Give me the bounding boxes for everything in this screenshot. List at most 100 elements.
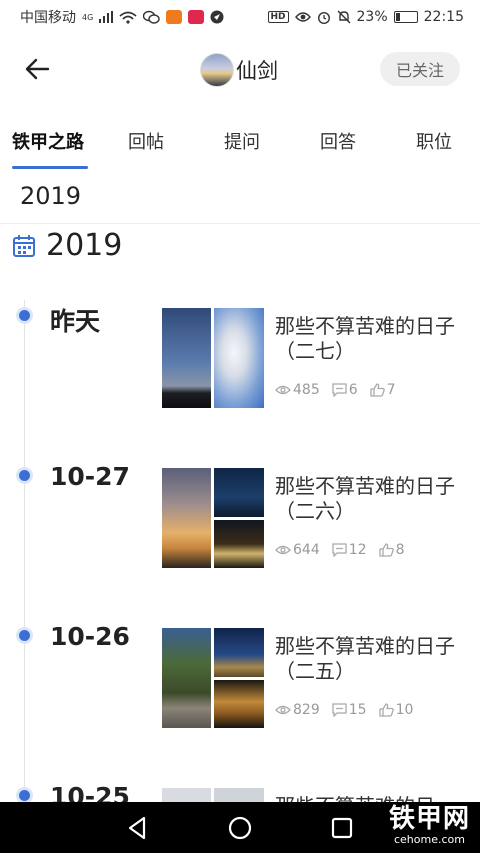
thumbnail-stack <box>214 468 264 568</box>
comments-count: 6 <box>348 382 358 398</box>
location-icon <box>210 10 224 24</box>
battery-icon <box>393 11 418 23</box>
likes-count: 10 <box>395 702 414 718</box>
thumbnail-image <box>214 628 264 677</box>
likes-count: 8 <box>395 542 405 558</box>
comment-icon <box>332 703 347 717</box>
page-title: 仙剑 <box>236 59 278 83</box>
timeline-entry[interactable]: 10-26 那些不算苦难的日子（二五） 829 15 10 <box>0 622 480 732</box>
thumbnail-stack <box>214 628 264 728</box>
comments-count: 15 <box>348 702 367 718</box>
mute-bell-icon <box>337 10 351 24</box>
entry-thumbnails[interactable] <box>162 468 264 568</box>
thumbnail-image <box>214 308 264 408</box>
likes-stat: 7 <box>370 382 396 398</box>
views-stat: 485 <box>275 382 320 398</box>
carrier-label: 中国移动 <box>20 10 76 26</box>
follow-button[interactable]: 已关注 <box>380 52 460 86</box>
likes-stat: 8 <box>378 542 405 558</box>
thumbs-up-icon <box>378 543 394 557</box>
status-bar: 中国移动 4G HD 23% 22:15 <box>0 0 480 34</box>
tab-bar: 铁甲之路 回帖 提问 回答 职位 <box>0 118 480 170</box>
views-stat: 644 <box>275 542 320 558</box>
entry-date: 昨天 <box>50 307 101 336</box>
post-stats: 485 6 7 <box>275 382 408 398</box>
thumbnail-image <box>214 679 264 728</box>
battery-percent: 23% <box>356 9 388 25</box>
thumbnail-stack <box>214 308 264 408</box>
comments-stat: 6 <box>332 382 358 398</box>
views-count: 644 <box>293 542 320 558</box>
hd-badge: HD <box>267 11 289 23</box>
post-stats: 829 15 10 <box>275 702 425 718</box>
entry-thumbnails[interactable] <box>162 628 264 728</box>
timeline-dot <box>19 790 30 801</box>
views-stat: 829 <box>275 702 320 718</box>
wifi-icon <box>119 11 137 24</box>
tab-jobs[interactable]: 职位 <box>416 128 452 154</box>
tab-tiejia-road[interactable]: 铁甲之路 <box>12 128 84 154</box>
thumbnail-image <box>162 628 211 728</box>
timeline-dot <box>19 470 30 481</box>
timeline-entry[interactable]: 10-27 那些不算苦难的日子（二六） 644 12 8 <box>0 462 480 572</box>
comment-icon <box>332 543 347 557</box>
thumbs-up-icon <box>370 383 385 397</box>
alarm-icon <box>317 12 330 24</box>
timeline-entry[interactable]: 昨天 那些不算苦难的日子（二七） 485 6 7 <box>0 302 480 412</box>
comments-count: 12 <box>348 542 367 558</box>
status-right: HD 23% 22:15 <box>267 9 464 25</box>
timeline-year: 2019 <box>46 228 123 263</box>
battery-level <box>395 13 400 21</box>
app-notification-icon <box>166 10 183 24</box>
clock: 22:15 <box>423 9 464 25</box>
eye-icon <box>275 705 291 715</box>
thumbnail-image <box>162 468 211 568</box>
arrow-left-icon <box>25 58 50 80</box>
views-count: 485 <box>293 382 320 398</box>
year-filter-label: 2019 <box>20 182 82 210</box>
watermark-logo: 铁甲网 <box>388 804 470 834</box>
eye-icon <box>294 12 311 22</box>
active-tab-indicator <box>12 166 88 169</box>
profile-header: 仙剑 已关注 <box>0 40 480 100</box>
tab-questions[interactable]: 提问 <box>224 128 260 154</box>
thumbnail-image <box>162 308 211 408</box>
status-left: 中国移动 4G <box>20 7 224 27</box>
system-nav-bar: 铁甲网 cehome.com <box>0 802 480 853</box>
post-stats: 644 12 8 <box>275 542 416 558</box>
entry-date: 10-27 <box>50 462 130 491</box>
eye-icon <box>275 385 291 395</box>
network-type: 4G <box>82 12 94 22</box>
timeline-year-header: 2019 <box>12 228 122 263</box>
watermark-url: cehome.com <box>393 833 465 846</box>
thumbnail-image <box>214 468 264 517</box>
post-title[interactable]: 那些不算苦难的日子（二五） <box>275 634 460 684</box>
post-title[interactable]: 那些不算苦难的日子（二六） <box>275 474 460 524</box>
user-info[interactable]: 仙剑 <box>200 52 278 88</box>
tab-answers[interactable]: 回答 <box>320 128 356 154</box>
thumbs-up-icon <box>378 703 394 717</box>
thumbnail-image <box>214 519 264 568</box>
app-notification-icon <box>188 10 205 24</box>
likes-count: 7 <box>386 382 396 398</box>
calendar-icon <box>13 234 35 257</box>
back-button[interactable] <box>20 52 54 86</box>
views-count: 829 <box>293 702 320 718</box>
nav-home-icon[interactable] <box>226 814 254 842</box>
entry-thumbnails[interactable] <box>162 308 264 408</box>
year-filter[interactable]: 2019 <box>0 176 480 224</box>
nav-recents-icon[interactable] <box>328 814 356 842</box>
tab-replies[interactable]: 回帖 <box>128 128 164 154</box>
eye-icon <box>275 545 291 555</box>
nav-back-icon[interactable] <box>124 814 152 842</box>
signal-icon <box>99 11 114 23</box>
wechat-icon <box>143 10 160 24</box>
avatar[interactable] <box>200 53 234 87</box>
post-title[interactable]: 那些不算苦难的日子（二七） <box>275 314 460 364</box>
comments-stat: 15 <box>332 702 367 718</box>
timeline-dot <box>19 630 30 641</box>
comments-stat: 12 <box>332 542 367 558</box>
comment-icon <box>332 383 347 397</box>
site-watermark: 铁甲网 cehome.com <box>389 804 470 846</box>
likes-stat: 10 <box>378 702 414 718</box>
